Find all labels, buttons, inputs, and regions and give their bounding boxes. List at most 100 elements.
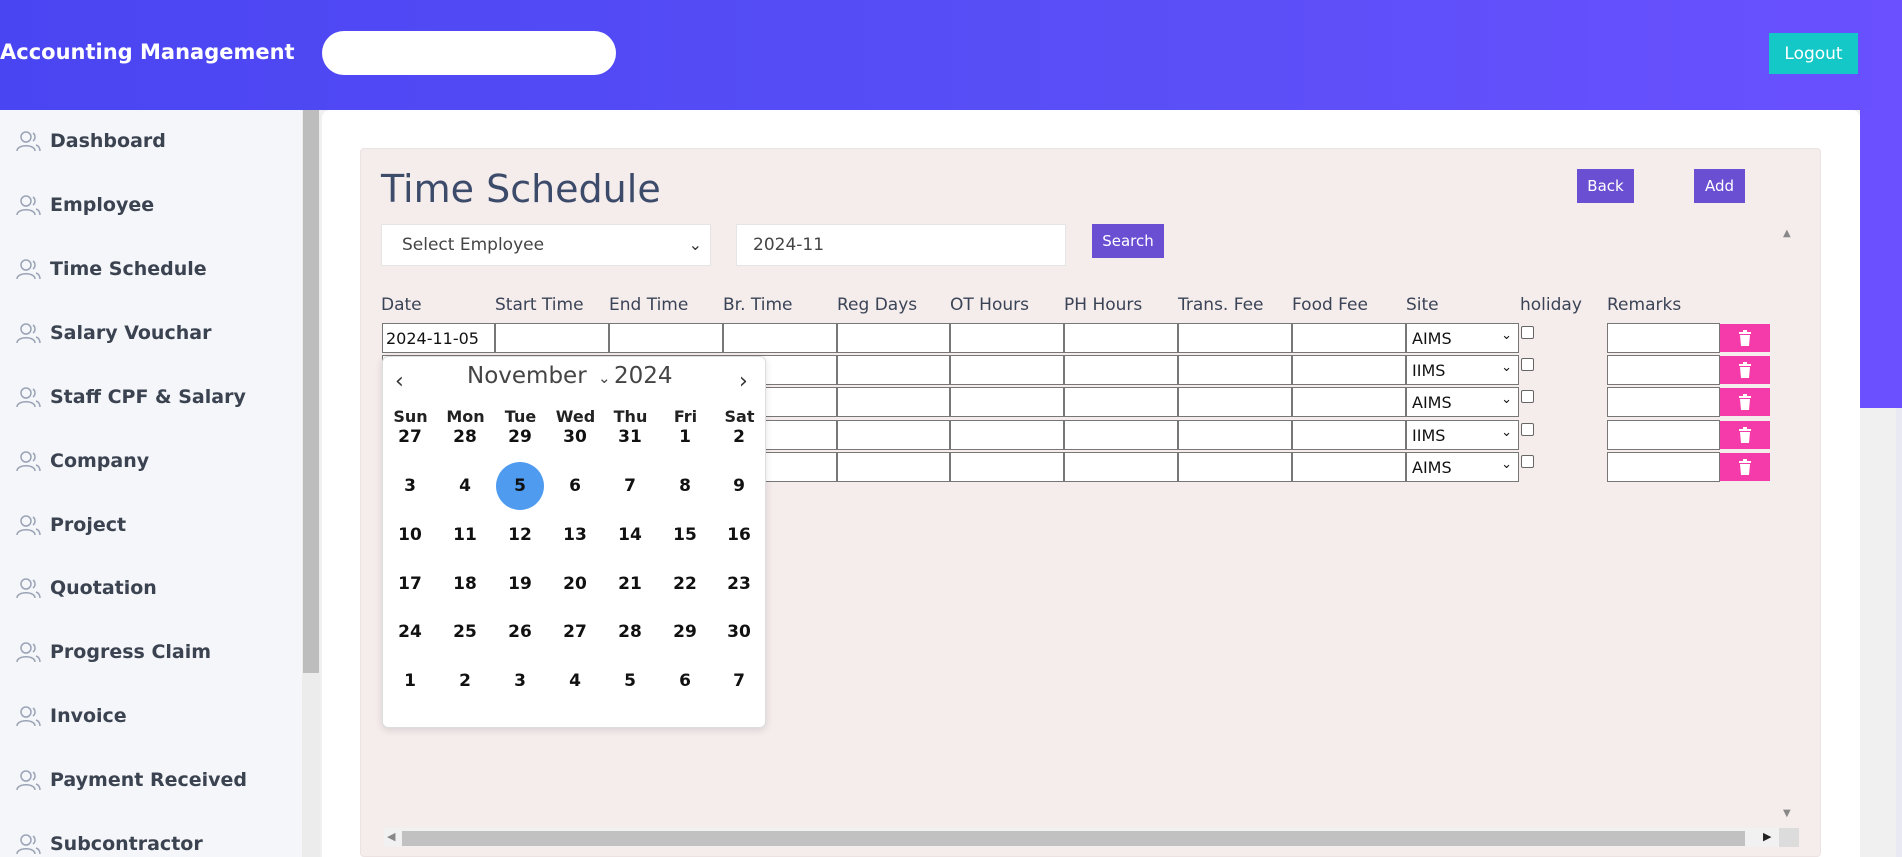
table-cell-input[interactable] <box>1178 420 1292 450</box>
table-cell-input[interactable] <box>1064 387 1178 417</box>
calendar-day[interactable]: 6 <box>551 462 599 510</box>
site-select[interactable]: AIMS ⌄ <box>1406 387 1519 417</box>
back-button[interactable]: Back <box>1577 169 1634 203</box>
calendar-day[interactable]: 1 <box>386 657 434 705</box>
calendar-day[interactable]: 27 <box>551 608 599 656</box>
calendar-day[interactable]: 10 <box>386 511 434 559</box>
prev-month-icon[interactable]: ‹ <box>395 369 404 394</box>
calendar-day[interactable]: 14 <box>606 511 654 559</box>
delete-row-button[interactable] <box>1720 453 1770 481</box>
table-cell-input[interactable] <box>1064 420 1178 450</box>
calendar-day[interactable]: 3 <box>496 657 544 705</box>
calendar-day[interactable]: 8 <box>661 462 709 510</box>
scroll-up-icon[interactable]: ▲ <box>1783 228 1791 239</box>
calendar-day[interactable]: 2 <box>441 657 489 705</box>
site-select[interactable]: IIMS ⌄ <box>1406 355 1519 385</box>
table-cell-input[interactable] <box>950 452 1064 482</box>
calendar-day[interactable]: 18 <box>441 560 489 608</box>
calendar-day[interactable]: 30 <box>715 608 763 656</box>
table-cell-input[interactable] <box>950 420 1064 450</box>
calendar-day[interactable]: 21 <box>606 560 654 608</box>
holiday-checkbox[interactable] <box>1521 423 1534 436</box>
scroll-down-icon[interactable]: ▼ <box>1783 808 1791 819</box>
table-cell-input[interactable] <box>837 387 950 417</box>
table-cell-input[interactable] <box>950 323 1064 353</box>
calendar-day[interactable]: 29 <box>661 608 709 656</box>
scroll-right-icon[interactable]: ▶ <box>1763 830 1771 843</box>
top-search-input[interactable] <box>322 31 616 75</box>
date-input[interactable]: 2024-11-05 <box>382 323 495 353</box>
calendar-day[interactable]: 25 <box>441 608 489 656</box>
sidebar-item-progress-claim[interactable]: Progress Claim <box>14 637 211 667</box>
table-cell-input[interactable] <box>1292 387 1406 417</box>
sidebar-item-salary-vouchar[interactable]: Salary Vouchar <box>14 318 211 348</box>
delete-row-button[interactable] <box>1720 356 1770 384</box>
table-cell-input[interactable] <box>1178 323 1292 353</box>
site-select[interactable]: AIMS ⌄ <box>1406 452 1519 482</box>
calendar-day[interactable]: 5 <box>606 657 654 705</box>
calendar-day[interactable]: 5 <box>496 462 544 510</box>
calendar-day[interactable]: 23 <box>715 560 763 608</box>
table-cell-input[interactable] <box>837 355 950 385</box>
calendar-day[interactable]: 13 <box>551 511 599 559</box>
calendar-day[interactable]: 16 <box>715 511 763 559</box>
delete-row-button[interactable] <box>1720 388 1770 416</box>
calendar-day[interactable]: 22 <box>661 560 709 608</box>
employee-select[interactable]: Select Employee ⌄ <box>381 224 711 266</box>
table-cell-input[interactable] <box>1064 323 1178 353</box>
sidebar-item-payment-received[interactable]: Payment Received <box>14 765 247 795</box>
sidebar-item-company[interactable]: Company <box>14 446 149 476</box>
calendar-day[interactable]: 28 <box>606 608 654 656</box>
month-input[interactable]: 2024-11 <box>736 224 1066 266</box>
table-cell-input[interactable] <box>1064 355 1178 385</box>
calendar-day[interactable]: 7 <box>715 657 763 705</box>
table-cell-input[interactable] <box>495 323 609 353</box>
calendar-day[interactable]: 1 <box>661 413 709 461</box>
sidebar-item-employee[interactable]: Employee <box>14 190 154 220</box>
table-cell-input[interactable] <box>1292 452 1406 482</box>
table-cell-input[interactable] <box>723 323 837 353</box>
calendar-day[interactable]: 7 <box>606 462 654 510</box>
table-cell-input[interactable] <box>837 323 950 353</box>
logout-button[interactable]: Logout <box>1769 33 1858 74</box>
calendar-day[interactable]: 6 <box>661 657 709 705</box>
remarks-input[interactable] <box>1607 323 1720 353</box>
remarks-input[interactable] <box>1607 387 1720 417</box>
table-cell-input[interactable] <box>950 387 1064 417</box>
sidebar-item-invoice[interactable]: Invoice <box>14 701 127 731</box>
sidebar-item-dashboard[interactable]: Dashboard <box>14 126 166 156</box>
sidebar-item-quotation[interactable]: Quotation <box>14 573 157 603</box>
table-cell-input[interactable] <box>1178 387 1292 417</box>
calendar-day[interactable]: 31 <box>606 413 654 461</box>
sidebar-item-subcontractor[interactable]: Subcontractor <box>14 829 203 857</box>
datepicker-year[interactable]: 2024 <box>614 363 673 389</box>
table-cell-input[interactable] <box>1178 355 1292 385</box>
calendar-day[interactable]: 4 <box>551 657 599 705</box>
calendar-day[interactable]: 9 <box>715 462 763 510</box>
sidebar-item-time-schedule[interactable]: Time Schedule <box>14 254 207 284</box>
remarks-input[interactable] <box>1607 355 1720 385</box>
table-cell-input[interactable] <box>1178 452 1292 482</box>
table-cell-input[interactable] <box>1292 355 1406 385</box>
holiday-checkbox[interactable] <box>1521 358 1534 371</box>
scroll-left-icon[interactable]: ◀ <box>387 830 395 843</box>
remarks-input[interactable] <box>1607 420 1720 450</box>
site-select[interactable]: AIMS ⌄ <box>1406 323 1519 353</box>
calendar-day[interactable]: 17 <box>386 560 434 608</box>
table-cell-input[interactable] <box>950 355 1064 385</box>
search-button[interactable]: Search <box>1092 224 1164 258</box>
calendar-day[interactable]: 11 <box>441 511 489 559</box>
site-select[interactable]: IIMS ⌄ <box>1406 420 1519 450</box>
table-cell-input[interactable] <box>837 452 950 482</box>
calendar-day[interactable]: 28 <box>441 413 489 461</box>
holiday-checkbox[interactable] <box>1521 455 1534 468</box>
calendar-day[interactable]: 20 <box>551 560 599 608</box>
calendar-day[interactable]: 29 <box>496 413 544 461</box>
datepicker-month-select[interactable]: November ⌄ <box>467 363 611 389</box>
delete-row-button[interactable] <box>1720 324 1770 352</box>
calendar-day[interactable]: 24 <box>386 608 434 656</box>
calendar-day[interactable]: 12 <box>496 511 544 559</box>
holiday-checkbox[interactable] <box>1521 390 1534 403</box>
table-cell-input[interactable] <box>837 420 950 450</box>
add-button[interactable]: Add <box>1694 169 1745 203</box>
